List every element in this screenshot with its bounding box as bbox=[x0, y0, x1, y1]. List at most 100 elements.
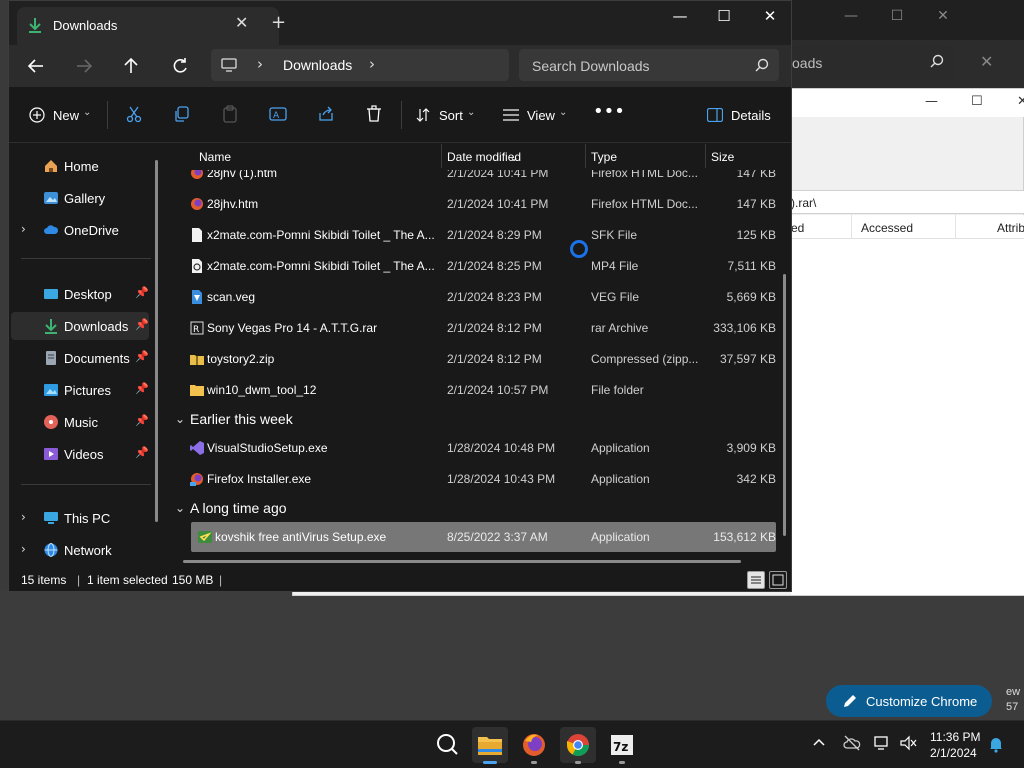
more-options-icon[interactable]: ••• bbox=[593, 101, 625, 123]
pin-icon[interactable]: 📌 bbox=[135, 414, 149, 427]
column-name[interactable]: Name bbox=[199, 150, 231, 164]
table-row[interactable]: win10_dwm_tool_12 2/1/2024 10:57 PM File… bbox=[183, 375, 776, 405]
table-row[interactable]: toystory2.zip 2/1/2024 8:12 PM Compresse… bbox=[183, 344, 776, 374]
minimize-icon[interactable]: — bbox=[665, 7, 695, 29]
maximize-icon[interactable]: ☐ bbox=[888, 8, 906, 26]
column-separator[interactable] bbox=[705, 144, 706, 168]
column-attributes[interactable]: Attrib bbox=[997, 221, 1024, 235]
chrome-taskbar-icon[interactable] bbox=[560, 727, 596, 763]
clock-time[interactable]: 11:36 PM bbox=[930, 730, 980, 744]
background-search-input[interactable]: oads bbox=[790, 46, 954, 80]
chevron-right-icon[interactable]: › bbox=[21, 542, 26, 556]
notification-bell-icon[interactable] bbox=[988, 735, 1004, 756]
background-explorer-navbar: oads ✕ bbox=[790, 40, 1024, 88]
file-size: 7,511 KB bbox=[727, 259, 776, 273]
column-partial[interactable]: ed bbox=[791, 221, 804, 235]
view-button[interactable]: View ⌄ bbox=[503, 105, 575, 127]
column-accessed[interactable]: Accessed bbox=[861, 221, 913, 235]
table-row[interactable]: Firefox Installer.exe 1/28/2024 10:43 PM… bbox=[183, 464, 776, 494]
cloud-offline-icon[interactable] bbox=[843, 735, 861, 754]
forward-arrow-icon[interactable] bbox=[69, 53, 99, 79]
horizontal-scrollbar[interactable] bbox=[183, 560, 741, 563]
sidebar-item-videos[interactable]: Videos 📌 bbox=[11, 440, 149, 468]
sidebar-scrollbar[interactable] bbox=[155, 160, 158, 522]
column-type[interactable]: Type bbox=[591, 150, 617, 164]
file-size: 125 KB bbox=[736, 228, 776, 242]
customize-chrome-button[interactable]: Customize Chrome bbox=[826, 685, 992, 717]
sidebar-item-music[interactable]: Music 📌 bbox=[11, 408, 149, 436]
close-icon[interactable]: ✕ bbox=[755, 7, 785, 29]
table-row[interactable]: x2mate.com-Pomni Skibidi Toilet _ The A.… bbox=[183, 251, 776, 281]
vertical-scrollbar[interactable] bbox=[783, 274, 786, 536]
pin-icon[interactable]: 📌 bbox=[135, 350, 149, 363]
refresh-icon[interactable] bbox=[165, 53, 195, 79]
delete-icon[interactable] bbox=[365, 105, 383, 127]
rename-icon[interactable]: A bbox=[269, 105, 287, 127]
chevron-up-icon[interactable] bbox=[812, 735, 826, 752]
cut-icon[interactable] bbox=[125, 105, 143, 127]
pin-icon[interactable]: 📌 bbox=[135, 286, 149, 299]
sidebar-item-home[interactable]: Home bbox=[11, 152, 149, 180]
tiles-view-icon[interactable] bbox=[769, 571, 787, 589]
new-tab-icon[interactable]: + bbox=[271, 12, 286, 33]
tab-downloads[interactable]: Downloads ✕ bbox=[17, 7, 279, 45]
sidebar-item-pictures[interactable]: Pictures 📌 bbox=[11, 376, 149, 404]
table-row-selected[interactable]: kovshik free antiVirus Setup.exe 8/25/20… bbox=[191, 522, 776, 552]
address-bar[interactable]: › Downloads › bbox=[211, 49, 509, 81]
minimize-icon[interactable]: — bbox=[842, 8, 860, 26]
sort-button[interactable]: Sort ⌄ bbox=[415, 105, 485, 127]
column-separator[interactable] bbox=[585, 144, 586, 168]
details-button[interactable]: Details bbox=[707, 105, 773, 127]
minimize-icon[interactable]: — bbox=[925, 94, 938, 109]
up-arrow-icon[interactable] bbox=[116, 53, 146, 79]
search-icon[interactable] bbox=[429, 727, 465, 763]
maximize-icon[interactable]: ☐ bbox=[709, 7, 739, 29]
close-icon[interactable]: ✕ bbox=[934, 8, 952, 26]
pin-icon[interactable]: 📌 bbox=[135, 446, 149, 459]
sidebar-item-gallery[interactable]: Gallery bbox=[11, 184, 149, 212]
sidebar-item-documents[interactable]: Documents 📌 bbox=[11, 344, 149, 372]
archive-file-list[interactable]: ed Accessed Attrib bbox=[791, 215, 1024, 595]
copy-icon[interactable] bbox=[173, 105, 191, 127]
table-row[interactable]: R Sony Vegas Pro 14 - A.T.T.G.rar 2/1/20… bbox=[183, 313, 776, 343]
sidebar-item-network[interactable]: › Network bbox=[11, 536, 149, 564]
chevron-right-icon[interactable]: › bbox=[21, 510, 26, 524]
table-row[interactable]: 28jhv.htm 2/1/2024 10:41 PM Firefox HTML… bbox=[183, 189, 776, 219]
column-separator[interactable] bbox=[441, 144, 442, 168]
sidebar-item-desktop[interactable]: Desktop 📌 bbox=[11, 280, 149, 308]
archive-path-field[interactable]: ).rar\ bbox=[791, 190, 1024, 214]
table-row[interactable]: VisualStudioSetup.exe 1/28/2024 10:48 PM… bbox=[183, 433, 776, 463]
back-arrow-icon[interactable] bbox=[21, 53, 51, 79]
partial-text: ew bbox=[1006, 686, 1021, 698]
new-button[interactable]: New ⌄ bbox=[29, 105, 95, 127]
maximize-icon[interactable]: ☐ bbox=[971, 94, 983, 109]
chevron-right-icon[interactable]: › bbox=[257, 55, 263, 73]
close-icon[interactable]: ✕ bbox=[1017, 94, 1024, 109]
pin-icon[interactable]: 📌 bbox=[135, 382, 149, 395]
sidebar-item-onedrive[interactable]: › OneDrive bbox=[11, 216, 149, 244]
table-row[interactable]: scan.veg 2/1/2024 8:23 PM VEG File 5,669… bbox=[183, 282, 776, 312]
chevron-down-icon[interactable]: ⌄ bbox=[175, 412, 185, 426]
file-explorer-taskbar-icon[interactable] bbox=[472, 727, 508, 763]
paste-icon[interactable] bbox=[221, 105, 239, 127]
column-size[interactable]: Size bbox=[711, 150, 734, 164]
chevron-right-icon[interactable]: › bbox=[21, 222, 26, 236]
clock-date[interactable]: 2/1/2024 bbox=[930, 746, 977, 760]
table-row[interactable]: x2mate.com-Pomni Skibidi Toilet _ The A.… bbox=[183, 220, 776, 250]
breadcrumb[interactable]: Downloads bbox=[283, 57, 352, 73]
chevron-down-icon[interactable]: ⌄ bbox=[175, 501, 185, 515]
share-icon[interactable] bbox=[317, 105, 335, 127]
pin-icon[interactable]: 📌 bbox=[135, 318, 149, 331]
column-date-modified[interactable]: Date modified bbox=[447, 150, 521, 164]
chevron-right-icon[interactable]: › bbox=[369, 55, 375, 73]
sidebar-item-this-pc[interactable]: › This PC bbox=[11, 504, 149, 532]
7zip-taskbar-icon[interactable]: 7z bbox=[604, 727, 640, 763]
sidebar-item-downloads[interactable]: Downloads 📌 bbox=[11, 312, 149, 340]
details-view-icon[interactable] bbox=[747, 571, 765, 589]
tab-close-icon[interactable]: ✕ bbox=[235, 13, 248, 32]
search-input[interactable]: Search Downloads bbox=[519, 49, 779, 81]
volume-muted-icon[interactable] bbox=[900, 735, 918, 754]
network-icon[interactable] bbox=[874, 735, 892, 754]
firefox-taskbar-icon[interactable] bbox=[516, 727, 552, 763]
close-icon[interactable]: ✕ bbox=[980, 52, 993, 71]
